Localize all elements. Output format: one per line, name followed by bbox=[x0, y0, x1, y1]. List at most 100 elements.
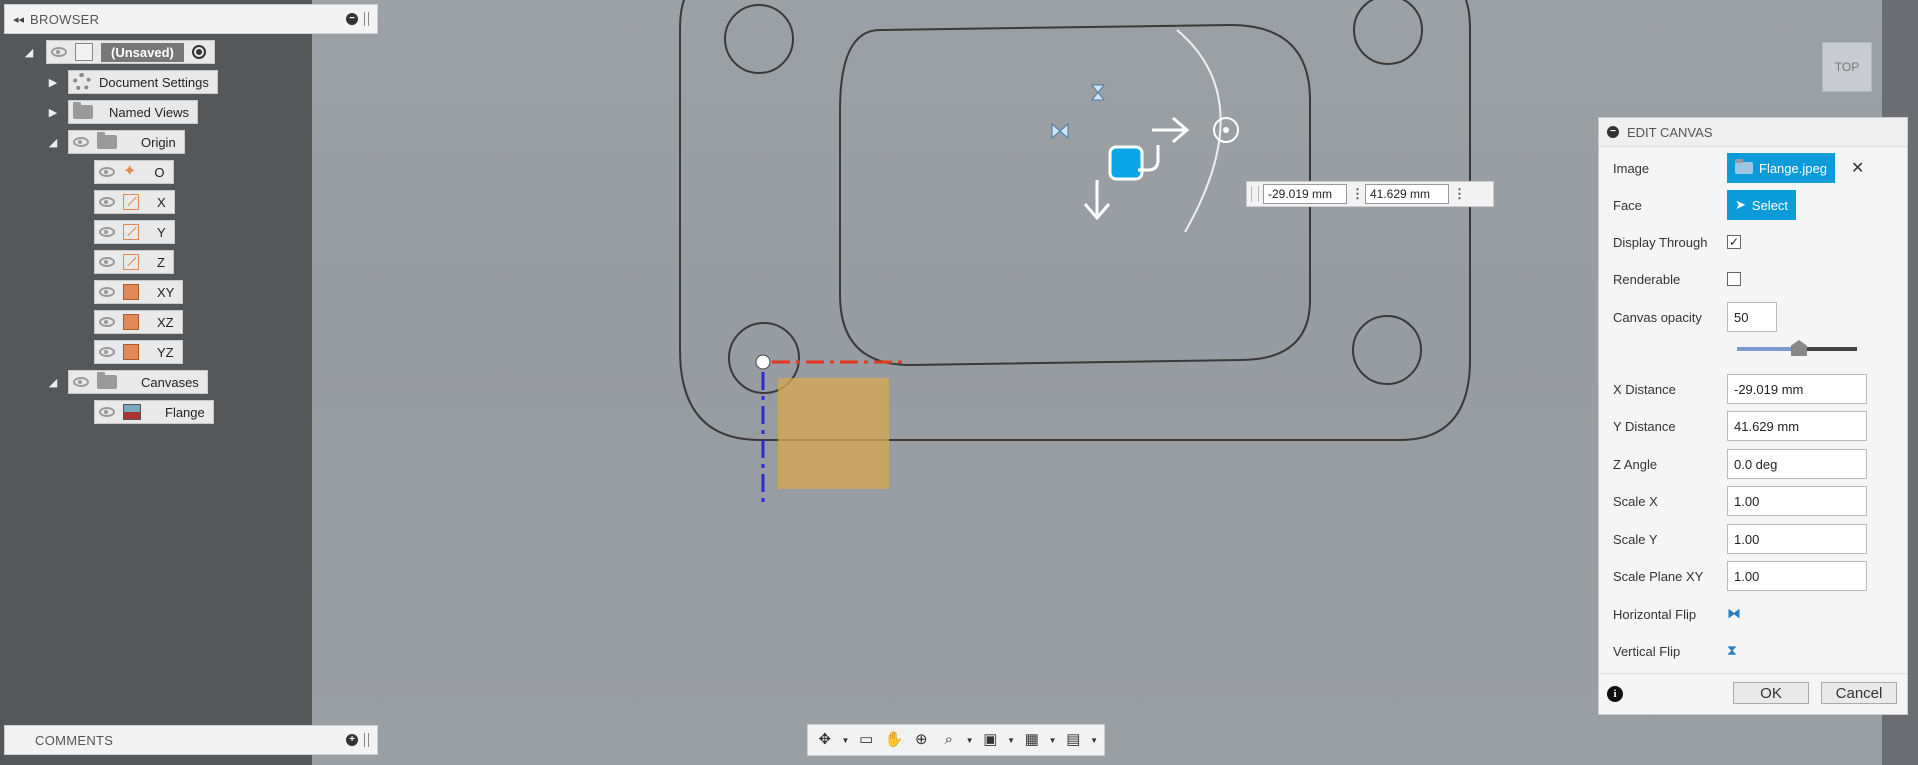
x-move-arrow[interactable] bbox=[1152, 116, 1190, 144]
origin-point[interactable] bbox=[755, 354, 771, 370]
horizontal-flip-icon[interactable]: ⧓ bbox=[1727, 605, 1745, 623]
vertical-flip-icon[interactable]: ⧗ bbox=[1727, 642, 1745, 660]
visibility-eye-icon[interactable] bbox=[51, 47, 67, 57]
scale-plane-row: Scale Plane XY bbox=[1613, 560, 1897, 592]
image-select-button[interactable]: Flange.jpeg bbox=[1727, 153, 1835, 183]
folder-icon bbox=[1735, 159, 1753, 174]
collapse-dialog-icon[interactable]: − bbox=[1607, 126, 1619, 138]
folder-icon bbox=[73, 102, 93, 119]
tree-z-axis[interactable]: Z bbox=[94, 250, 174, 274]
pan-hand-icon[interactable]: ✋ bbox=[883, 730, 905, 750]
visibility-eye-icon[interactable] bbox=[99, 257, 115, 267]
y-move-arrow[interactable] bbox=[1083, 180, 1111, 221]
visibility-eye-icon[interactable] bbox=[99, 317, 115, 327]
visibility-eye-icon[interactable] bbox=[99, 347, 115, 357]
expand-triangle-icon[interactable]: ▶ bbox=[46, 105, 60, 119]
component-icon bbox=[75, 43, 93, 61]
cancel-button[interactable]: Cancel bbox=[1821, 682, 1897, 704]
tree-document-settings[interactable]: ▶ Document Settings bbox=[46, 70, 218, 94]
comments-grip-icon[interactable] bbox=[364, 733, 369, 747]
opacity-slider-thumb[interactable] bbox=[1791, 340, 1807, 356]
scale-y-input[interactable] bbox=[1727, 524, 1867, 554]
visibility-eye-icon[interactable] bbox=[73, 137, 89, 147]
vertical-flip-handle[interactable] bbox=[1090, 84, 1106, 101]
opacity-input[interactable] bbox=[1727, 302, 1777, 332]
tree-canvases[interactable]: ◢ Canvases bbox=[46, 370, 208, 394]
plane-icon bbox=[123, 284, 139, 300]
y-distance-input[interactable] bbox=[1727, 411, 1867, 441]
chevron-down-icon[interactable]: ▼ bbox=[1007, 736, 1015, 745]
float-y-distance-input[interactable]: 41.629 mm bbox=[1365, 184, 1449, 204]
fit-icon[interactable]: ⌕ bbox=[938, 730, 960, 750]
origin-item-label: Y bbox=[157, 224, 166, 240]
zoom-icon[interactable]: ⊕ bbox=[911, 730, 933, 750]
expand-triangle-icon[interactable]: ◢ bbox=[46, 135, 60, 149]
chevron-down-icon[interactable]: ▼ bbox=[1090, 736, 1098, 745]
y-distance-label: Y Distance bbox=[1613, 418, 1676, 434]
renderable-checkbox[interactable] bbox=[1727, 272, 1741, 286]
chevron-down-icon[interactable]: ▼ bbox=[1049, 736, 1057, 745]
transform-manipulator[interactable] bbox=[1083, 116, 1239, 221]
tree-xy-plane[interactable]: XY bbox=[94, 280, 184, 304]
scale-plane-input[interactable] bbox=[1727, 561, 1867, 591]
tree-y-axis[interactable]: Y bbox=[94, 220, 175, 244]
display-through-checkbox[interactable]: ✓ bbox=[1727, 235, 1741, 249]
tree-yz-plane[interactable]: YZ bbox=[94, 340, 183, 364]
visibility-eye-icon[interactable] bbox=[99, 227, 115, 237]
viewports-icon[interactable]: ▤ bbox=[1063, 730, 1085, 750]
face-select-button[interactable]: ➤ Select bbox=[1727, 190, 1797, 220]
visibility-eye-icon[interactable] bbox=[99, 407, 115, 417]
tree-canvas-flange[interactable]: Flange bbox=[94, 400, 214, 424]
clear-image-icon[interactable]: ✕ bbox=[1851, 158, 1864, 178]
plane-icon bbox=[123, 314, 139, 330]
tree-named-views[interactable]: ▶ Named Views bbox=[46, 100, 198, 124]
visibility-eye-icon[interactable] bbox=[99, 287, 115, 297]
display-settings-icon[interactable]: ▣ bbox=[980, 730, 1002, 750]
chevron-down-icon[interactable]: ▼ bbox=[842, 736, 850, 745]
minimize-browser-icon[interactable]: − bbox=[346, 13, 358, 25]
origin-item-label: O bbox=[154, 164, 165, 180]
origin-point-icon: ✦ bbox=[123, 163, 137, 180]
flange-outline bbox=[679, 0, 1471, 441]
info-icon[interactable]: i bbox=[1607, 686, 1623, 702]
tree-origin[interactable]: ◢ Origin bbox=[46, 130, 185, 154]
visibility-eye-icon[interactable] bbox=[99, 197, 115, 207]
opacity-row: Canvas opacity bbox=[1613, 301, 1897, 333]
more-options-icon[interactable]: ⋮ bbox=[1453, 186, 1466, 202]
plane-icon bbox=[123, 344, 139, 360]
expand-triangle-icon[interactable]: ◢ bbox=[46, 375, 60, 389]
visibility-eye-icon[interactable] bbox=[73, 377, 89, 387]
tree-origin-point[interactable]: ✦ O bbox=[94, 160, 174, 184]
z-angle-input[interactable] bbox=[1727, 449, 1867, 479]
ok-button[interactable]: OK bbox=[1733, 682, 1809, 704]
expand-comments-icon[interactable]: + bbox=[346, 734, 358, 746]
browser-grip-icon[interactable] bbox=[364, 12, 369, 26]
viewcube[interactable]: TOP bbox=[1822, 42, 1872, 92]
activate-radio-icon[interactable] bbox=[191, 45, 206, 59]
expand-triangle-icon[interactable]: ◢ bbox=[22, 45, 36, 59]
origin-item-label: Z bbox=[157, 254, 165, 270]
horizontal-flip-handle[interactable] bbox=[1051, 122, 1069, 140]
scale-x-input[interactable] bbox=[1727, 486, 1867, 516]
drag-grip-icon[interactable] bbox=[1251, 186, 1259, 202]
visibility-eye-icon[interactable] bbox=[99, 167, 115, 177]
axis-icon bbox=[123, 224, 139, 240]
floating-distance-inputs: -29.019 mm ⋮ 41.629 mm ⋮ bbox=[1246, 181, 1494, 207]
collapse-browser-icon[interactable]: ◂◂ bbox=[13, 13, 24, 26]
expand-triangle-icon[interactable]: ▶ bbox=[46, 75, 60, 89]
orbit-icon[interactable]: ✥ bbox=[814, 730, 836, 750]
tree-xz-plane[interactable]: XZ bbox=[94, 310, 183, 334]
tree-root[interactable]: ◢ (Unsaved) bbox=[22, 40, 215, 64]
tree-x-axis[interactable]: X bbox=[94, 190, 175, 214]
grid-icon[interactable]: ▦ bbox=[1021, 730, 1043, 750]
more-options-icon[interactable]: ⋮ bbox=[1351, 186, 1364, 202]
z-angle-row: Z Angle bbox=[1613, 448, 1897, 480]
face-select-label: Select bbox=[1751, 197, 1789, 213]
document-settings-label: Document Settings bbox=[99, 74, 209, 90]
dialog-title: EDIT CANVAS bbox=[1627, 124, 1713, 140]
chevron-down-icon[interactable]: ▼ bbox=[966, 736, 974, 745]
float-x-distance-input[interactable]: -29.019 mm bbox=[1263, 184, 1347, 204]
folder-icon bbox=[97, 372, 117, 389]
x-distance-input[interactable] bbox=[1727, 374, 1867, 404]
look-at-icon[interactable]: ▭ bbox=[855, 730, 877, 750]
